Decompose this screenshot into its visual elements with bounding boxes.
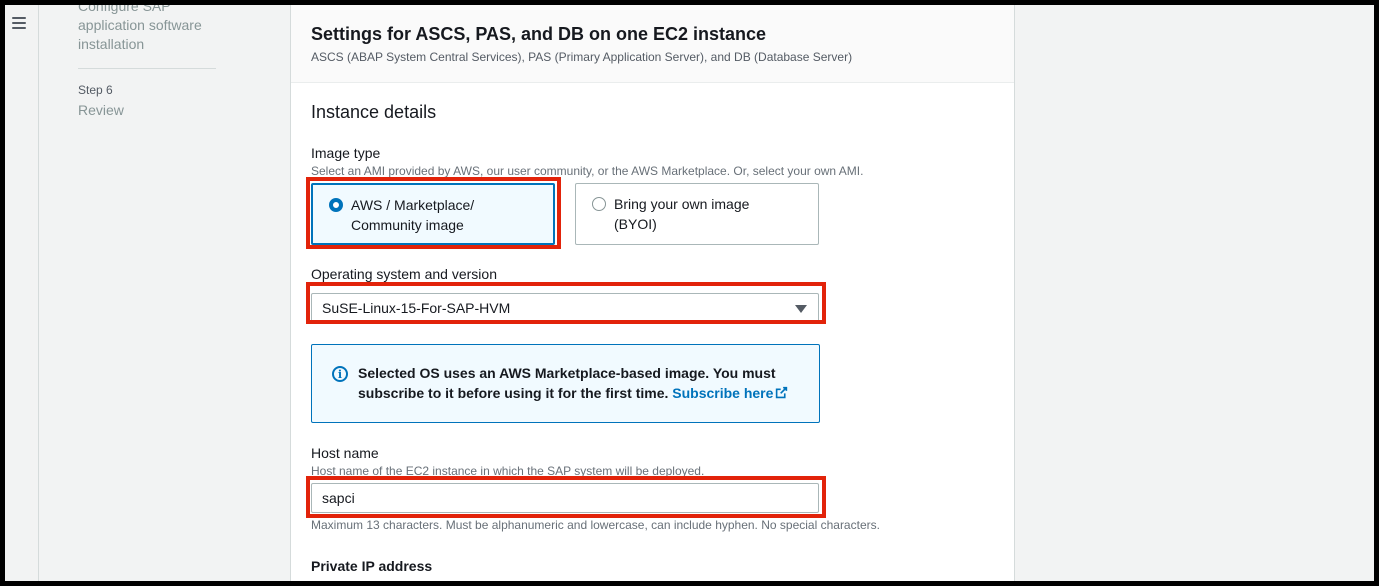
menu-icon[interactable]: [12, 17, 26, 29]
panel-header: Settings for ASCS, PAS, and DB on one EC…: [291, 5, 1014, 83]
radio-unselected-icon[interactable]: [592, 197, 606, 211]
image-type-description: Select an AMI provided by AWS, our user …: [311, 164, 864, 178]
marketplace-info-alert: i Selected OS uses an AWS Marketplace-ba…: [311, 344, 820, 423]
os-label: Operating system and version: [311, 266, 497, 282]
alert-text: Selected OS uses an AWS Marketplace-base…: [358, 363, 798, 403]
private-ip-label: Private IP address: [311, 558, 433, 574]
divider: [38, 5, 39, 581]
info-icon: i: [332, 366, 348, 382]
image-type-option-byoi[interactable]: Bring your own image (BYOI): [575, 183, 819, 245]
wizard-steps-nav: Configure SAP application software insta…: [78, 5, 218, 118]
nav-step-label: Step 6: [78, 83, 113, 97]
settings-panel: Settings for ASCS, PAS, and DB on one EC…: [290, 5, 1015, 581]
app-frame: Configure SAP application software insta…: [5, 5, 1374, 581]
image-type-label: Image type: [311, 145, 381, 161]
nav-step-configure-sap[interactable]: Configure SAP application software insta…: [78, 5, 216, 69]
nav-step-review[interactable]: Review: [78, 102, 218, 118]
highlight-box: [306, 282, 826, 324]
hostname-constraint-text: Maximum 13 characters. Must be alphanume…: [311, 518, 880, 532]
subscribe-link[interactable]: Subscribe here: [672, 385, 788, 401]
hostname-label: Host name: [311, 445, 379, 461]
image-type-option-label: Bring your own image (BYOI): [614, 196, 750, 232]
highlight-box: [306, 476, 826, 518]
subscribe-link-label: Subscribe here: [672, 385, 774, 401]
page-subtitle: ASCS (ABAP System Central Services), PAS…: [311, 50, 853, 64]
page-title: Settings for ASCS, PAS, and DB on one EC…: [311, 24, 767, 44]
section-title-instance-details: Instance details: [311, 102, 437, 122]
external-link-icon: [776, 386, 788, 399]
highlight-box: [306, 177, 561, 249]
